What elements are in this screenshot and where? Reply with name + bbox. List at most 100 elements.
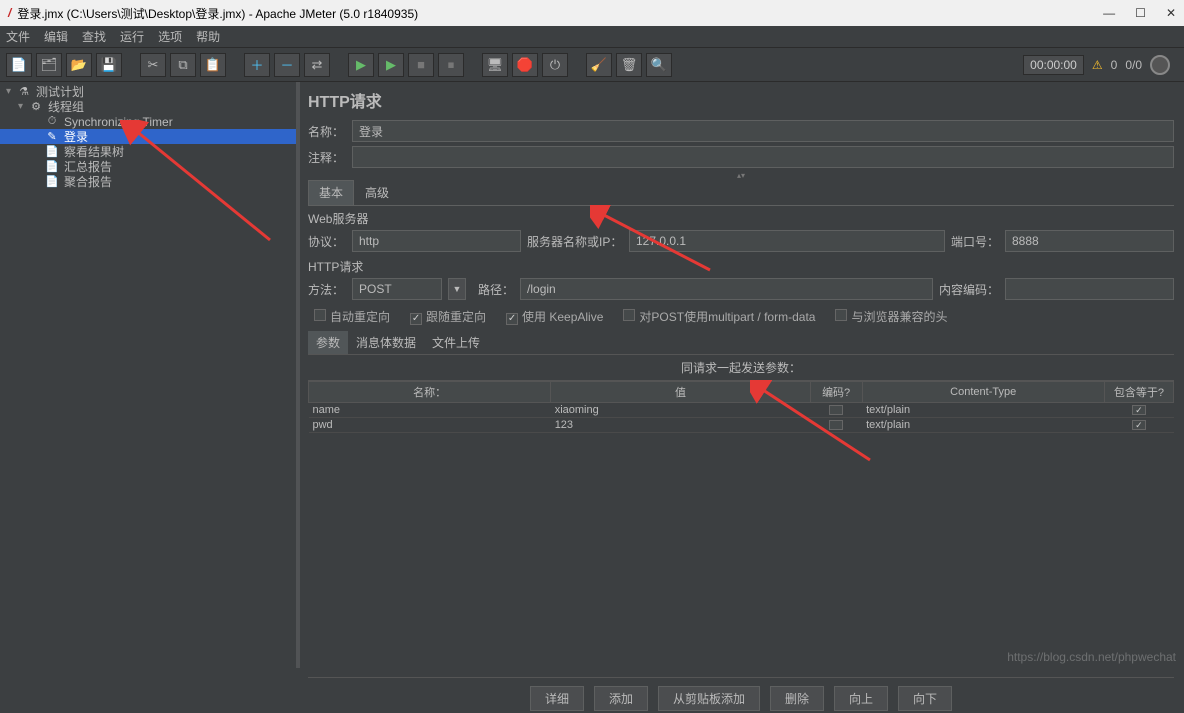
search-icon[interactable]: 🔍: [646, 53, 672, 77]
tree-item-察看结果树[interactable]: 📄察看结果树: [0, 144, 296, 159]
remote-start-icon[interactable]: 🖥: [482, 53, 508, 77]
subtab-params[interactable]: 参数: [308, 331, 348, 354]
collapse-icon[interactable]: －: [274, 53, 300, 77]
new-icon[interactable]: 📄: [6, 53, 32, 77]
multipart-label: 对POST使用multipart / form-data: [639, 310, 815, 324]
copy-icon[interactable]: ⧉: [170, 53, 196, 77]
encoding-input[interactable]: [1005, 278, 1174, 300]
remote-shutdown-icon[interactable]: ⏻: [542, 53, 568, 77]
checkbox-row: 自动重定向 跟随重定向 使用 KeepAlive 对POST使用multipar…: [308, 304, 1174, 329]
menu-help[interactable]: 帮助: [196, 28, 220, 45]
warning-icon[interactable]: ⚠: [1092, 58, 1103, 72]
minimize-button[interactable]: —: [1103, 6, 1115, 20]
start-no-timers-icon[interactable]: ▶: [378, 53, 404, 77]
detail-button[interactable]: 详细: [530, 686, 584, 711]
body-tabs: 参数 消息体数据 文件上传: [308, 331, 1174, 354]
up-button[interactable]: 向上: [834, 686, 888, 711]
method-select[interactable]: [352, 278, 442, 300]
port-input[interactable]: [1005, 230, 1174, 252]
table-row[interactable]: pwd123text/plain: [309, 418, 1174, 433]
warning-count: 0: [1111, 58, 1118, 72]
close-button[interactable]: ✕: [1166, 6, 1176, 20]
toolbar: 📄 🗂 📂 💾 ✂ ⧉ 📋 ＋ － ⇄ ▶ ▶ ■ ⏹ 🖥 🛑 ⏻ 🧹 🗑 🔍 …: [0, 48, 1184, 82]
follow-redirect-label: 跟随重定向: [426, 310, 486, 324]
remote-stop-icon[interactable]: 🛑: [512, 53, 538, 77]
tree-item-线程组[interactable]: ▾⚙线程组: [0, 99, 296, 114]
keepalive-checkbox[interactable]: [506, 313, 518, 325]
col-include[interactable]: 包含等于?: [1104, 382, 1173, 403]
encode-checkbox[interactable]: [829, 420, 843, 430]
multipart-checkbox[interactable]: [623, 309, 635, 321]
http-request-label: HTTP请求: [308, 256, 1174, 278]
stop-icon[interactable]: ■: [408, 53, 434, 77]
menu-file[interactable]: 文件: [6, 28, 30, 45]
clear-icon[interactable]: 🧹: [586, 53, 612, 77]
params-title: 同请求一起发送参数：: [308, 354, 1174, 381]
include-checkbox[interactable]: [1132, 405, 1146, 415]
delete-button[interactable]: 删除: [770, 686, 824, 711]
globe-icon[interactable]: [1150, 55, 1170, 75]
subtab-body[interactable]: 消息体数据: [348, 331, 424, 354]
menu-run[interactable]: 运行: [120, 28, 144, 45]
open-icon[interactable]: 📂: [66, 53, 92, 77]
tree-panel: ▾⚗测试计划▾⚙线程组⏱Synchronizing Timer✎登录📄察看结果树…: [0, 82, 300, 668]
save-icon[interactable]: 💾: [96, 53, 122, 77]
add-button[interactable]: 添加: [594, 686, 648, 711]
col-encode[interactable]: 编码?: [810, 382, 862, 403]
paste-icon[interactable]: 📋: [200, 53, 226, 77]
protocol-label: 协议：: [308, 233, 346, 250]
comment-label: 注释：: [308, 149, 346, 166]
server-label: 服务器名称或IP：: [527, 233, 623, 250]
protocol-input[interactable]: [352, 230, 521, 252]
include-checkbox[interactable]: [1132, 420, 1146, 430]
down-button[interactable]: 向下: [898, 686, 952, 711]
tab-advanced[interactable]: 高级: [354, 180, 400, 205]
app-icon: /: [8, 6, 11, 20]
auto-redirect-checkbox[interactable]: [314, 309, 326, 321]
tree-item-Synchronizing Timer[interactable]: ⏱Synchronizing Timer: [0, 114, 296, 129]
toggle-icon[interactable]: ⇄: [304, 53, 330, 77]
cut-icon[interactable]: ✂: [140, 53, 166, 77]
start-icon[interactable]: ▶: [348, 53, 374, 77]
params-table: 名称： 值 编码? Content-Type 包含等于? namexiaomin…: [308, 381, 1174, 433]
col-ctype[interactable]: Content-Type: [862, 382, 1104, 403]
menu-search[interactable]: 查找: [82, 28, 106, 45]
path-label: 路径：: [478, 281, 514, 298]
comment-input[interactable]: [352, 146, 1174, 168]
col-value[interactable]: 值: [551, 382, 811, 403]
browser-headers-checkbox[interactable]: [835, 309, 847, 321]
name-input[interactable]: [352, 120, 1174, 142]
elapsed-timer: 00:00:00: [1023, 55, 1084, 75]
menu-edit[interactable]: 编辑: [44, 28, 68, 45]
auto-redirect-label: 自动重定向: [330, 310, 390, 324]
maximize-button[interactable]: ☐: [1135, 6, 1146, 20]
follow-redirect-checkbox[interactable]: [410, 313, 422, 325]
templates-icon[interactable]: 🗂: [36, 53, 62, 77]
tree-item-登录[interactable]: ✎登录: [0, 129, 296, 144]
window-controls: — ☐ ✕: [1103, 6, 1176, 20]
tree-item-汇总报告[interactable]: 📄汇总报告: [0, 159, 296, 174]
path-input[interactable]: [520, 278, 933, 300]
encode-checkbox[interactable]: [829, 405, 843, 415]
param-buttons: 详细 添加 从剪贴板添加 删除 向上 向下: [308, 677, 1174, 713]
titlebar: / 登录.jmx (C:\Users\测试\Desktop\登录.jmx) - …: [0, 0, 1184, 26]
tree-item-测试计划[interactable]: ▾⚗测试计划: [0, 84, 296, 99]
add-from-clipboard-button[interactable]: 从剪贴板添加: [658, 686, 760, 711]
panel-title: HTTP请求: [308, 88, 1174, 112]
clear-all-icon[interactable]: 🗑: [616, 53, 642, 77]
params-empty-area[interactable]: [308, 433, 1174, 673]
menu-options[interactable]: 选项: [158, 28, 182, 45]
tree-item-聚合报告[interactable]: 📄聚合报告: [0, 174, 296, 189]
watermark: https://blog.csdn.net/phpwechat: [1007, 650, 1176, 664]
subtab-file[interactable]: 文件上传: [424, 331, 488, 354]
divider-handle[interactable]: ▴▾: [308, 172, 1174, 178]
shutdown-icon[interactable]: ⏹: [438, 53, 464, 77]
tab-basic[interactable]: 基本: [308, 180, 354, 205]
server-input[interactable]: [629, 230, 945, 252]
table-row[interactable]: namexiaomingtext/plain: [309, 403, 1174, 418]
col-name[interactable]: 名称：: [309, 382, 551, 403]
config-tabs: 基本 高级: [308, 180, 1174, 206]
port-label: 端口号：: [951, 233, 999, 250]
method-dropdown-icon[interactable]: ▼: [448, 278, 466, 300]
expand-icon[interactable]: ＋: [244, 53, 270, 77]
